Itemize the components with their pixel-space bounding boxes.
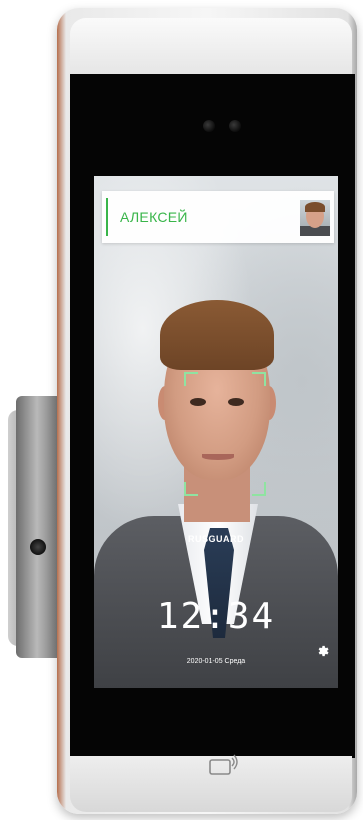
- clock-display: 12:34: [156, 596, 276, 637]
- brand-label: RUSGUARD: [187, 534, 244, 544]
- frame-corner: [184, 482, 198, 496]
- frame-corner: [252, 372, 266, 386]
- recognized-user-name: АЛЕКСЕЙ: [120, 209, 188, 225]
- mount-screw-icon: [30, 539, 46, 555]
- nfc-card-icon: [209, 754, 238, 775]
- frame-corner: [252, 482, 266, 496]
- camera-lens-icon: [203, 120, 215, 132]
- avatar-hair: [305, 202, 325, 212]
- user-avatar: [300, 200, 330, 236]
- terminal-top-panel: [70, 18, 352, 80]
- camera-lens-icon: [229, 120, 241, 132]
- frame-corner: [184, 372, 198, 386]
- face-detection-frame: [184, 372, 266, 496]
- date-display: 2020-01-05 Среда: [186, 658, 246, 665]
- recognition-screen: АЛЕКСЕЙ RUSGUARD 12:34 2020-01-05 Среда: [94, 176, 338, 688]
- recognized-user-card: АЛЕКСЕЙ: [102, 191, 334, 243]
- person-hair: [160, 300, 274, 370]
- gear-icon[interactable]: [316, 644, 330, 658]
- card-accent-bar: [106, 198, 108, 236]
